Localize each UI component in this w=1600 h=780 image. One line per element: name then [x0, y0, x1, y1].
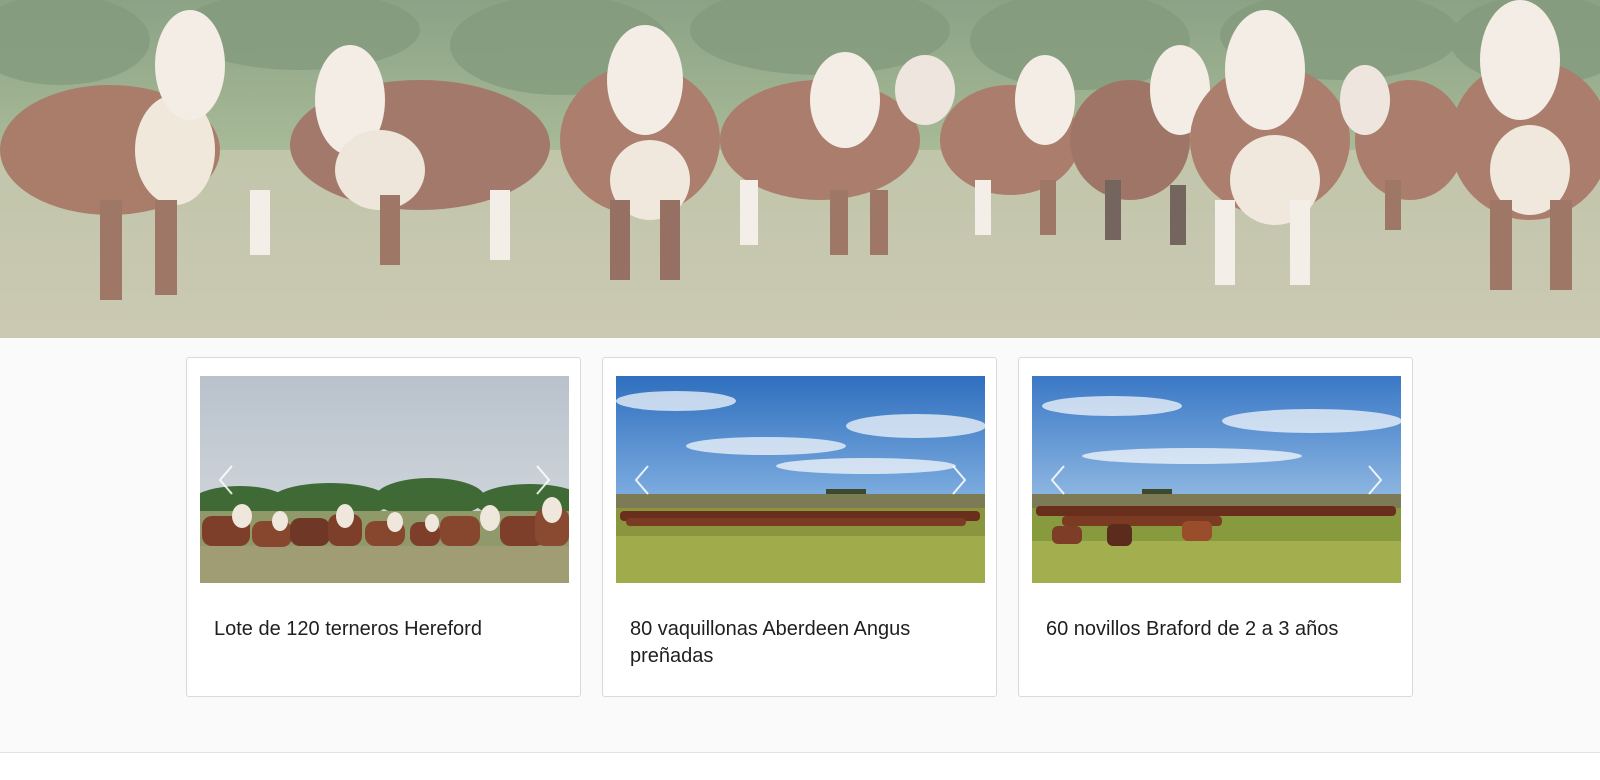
page: Lote de 120 terneros Hereford 80 vaquill… — [0, 0, 1600, 780]
listing-photo — [200, 376, 569, 583]
chevron-right-icon — [952, 465, 967, 495]
chevron-right-icon — [536, 465, 551, 495]
chevron-left-icon — [634, 465, 649, 495]
listing-image-carousel[interactable] — [616, 376, 985, 583]
listings-section: Lote de 120 terneros Hereford 80 vaquill… — [0, 338, 1600, 752]
carousel-prev-button[interactable] — [628, 460, 656, 500]
listing-title[interactable]: 60 novillos Braford de 2 a 3 años — [1046, 616, 1392, 643]
carousel-prev-button[interactable] — [1044, 460, 1072, 500]
listing-image-carousel[interactable] — [1032, 376, 1401, 583]
hero-banner — [0, 0, 1600, 339]
chevron-left-icon — [1050, 465, 1065, 495]
chevron-left-icon — [218, 465, 233, 495]
footer-divider — [0, 752, 1600, 780]
listing-photo — [616, 376, 985, 583]
carousel-next-button[interactable] — [945, 460, 973, 500]
listing-card[interactable]: 80 vaquillonas Aberdeen Angus preñadas — [602, 357, 997, 697]
carousel-next-button[interactable] — [1361, 460, 1389, 500]
listing-photo — [1032, 376, 1401, 583]
listing-title[interactable]: Lote de 120 terneros Hereford — [214, 616, 560, 643]
carousel-next-button[interactable] — [529, 460, 557, 500]
carousel-prev-button[interactable] — [212, 460, 240, 500]
listing-image-carousel[interactable] — [200, 376, 569, 583]
listing-card[interactable]: Lote de 120 terneros Hereford — [186, 357, 581, 697]
listing-card[interactable]: 60 novillos Braford de 2 a 3 años — [1018, 357, 1413, 697]
listing-title[interactable]: 80 vaquillonas Aberdeen Angus preñadas — [630, 616, 976, 670]
hero-overlay — [0, 0, 1600, 338]
chevron-right-icon — [1368, 465, 1383, 495]
